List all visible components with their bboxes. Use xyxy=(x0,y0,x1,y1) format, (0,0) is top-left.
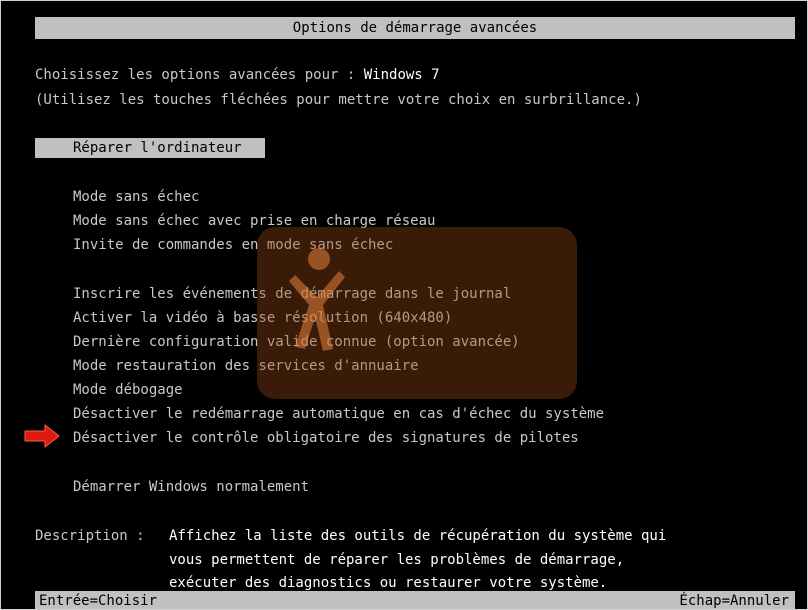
intro-line: Choisissez les options avancées pour : W… xyxy=(35,65,440,85)
menu-item-safe-mode-command-prompt[interactable]: Invite de commandes en mode sans échec xyxy=(73,235,393,255)
os-name: Windows 7 xyxy=(363,67,440,83)
description-label: Description : xyxy=(35,528,154,544)
escape-cancel-hint: Échap=Annuler xyxy=(679,593,789,609)
menu-item-boot-logging[interactable]: Inscrire les événements de démarrage dan… xyxy=(73,284,511,304)
description-line-1: Affichez la liste des outils de récupéra… xyxy=(169,528,667,544)
menu-item-last-known-good[interactable]: Dernière configuration valide connue (op… xyxy=(73,332,520,352)
menu-item-start-windows-normally[interactable]: Démarrer Windows normalement xyxy=(73,477,309,497)
screen-title: Options de démarrage avancées xyxy=(35,17,795,39)
menu-item-disable-driver-signature[interactable]: Désactiver le contrôle obligatoire des s… xyxy=(73,428,579,448)
menu-item-debugging-mode[interactable]: Mode débogage xyxy=(73,380,183,400)
menu-item-safe-mode-networking[interactable]: Mode sans échec avec prise en charge rés… xyxy=(73,211,435,231)
enter-choose-hint: Entrée=Choisir xyxy=(39,593,158,609)
instructions-line: (Utilisez les touches fléchées pour mett… xyxy=(35,92,642,108)
menu-item-safe-mode[interactable]: Mode sans échec xyxy=(73,187,199,207)
description-line-3: exécuter des diagnostics ou restaurer vo… xyxy=(169,575,608,591)
intro-prefix: Choisissez les options avancées pour : xyxy=(35,67,364,83)
boot-options-screen: Options de démarrage avancées Choisissez… xyxy=(0,0,808,610)
menu-item-directory-services-restore[interactable]: Mode restauration des services d'annuair… xyxy=(73,356,419,376)
menu-item-low-resolution-video[interactable]: Activer la vidéo à basse résolution (640… xyxy=(73,308,452,328)
red-arrow-icon xyxy=(24,424,60,448)
menu-item-disable-auto-restart[interactable]: Désactiver le redémarrage automatique en… xyxy=(73,404,604,424)
description-line-2: vous permettent de réparer les problèmes… xyxy=(169,552,625,568)
menu-item-repair-computer[interactable]: Réparer l'ordinateur xyxy=(35,138,265,158)
status-bar: Entrée=Choisir Échap=Annuler xyxy=(35,591,795,609)
